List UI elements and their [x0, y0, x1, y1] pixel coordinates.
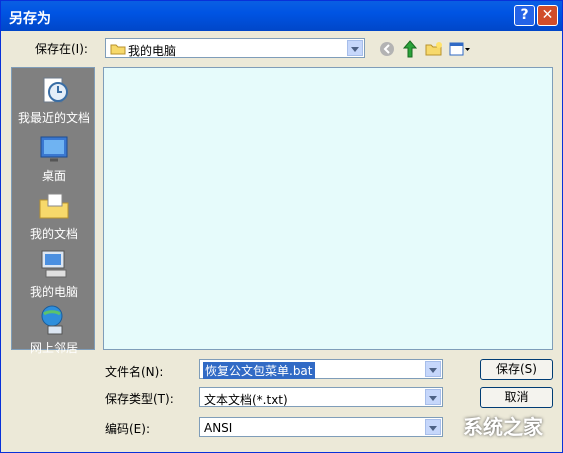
- place-label: 我的电脑: [29, 285, 78, 299]
- folder-icon: [110, 44, 126, 55]
- save-in-dropdown-button[interactable]: [347, 40, 363, 56]
- filetype-field[interactable]: 文本文档(*.txt): [199, 387, 443, 407]
- title-bar[interactable]: 另存为 ? ✕: [1, 1, 562, 31]
- place-desktop[interactable]: 桌面: [12, 132, 96, 184]
- dialog-title: 另存为: [9, 11, 51, 27]
- encoding-label: 编码(E):: [105, 422, 150, 436]
- save-in-value: 我的电脑: [128, 44, 177, 58]
- network-places-icon: [41, 305, 63, 335]
- place-my-documents[interactable]: 我的文档: [12, 190, 96, 242]
- back-icon[interactable]: [379, 41, 395, 57]
- up-one-level-icon[interactable]: [402, 40, 418, 58]
- new-folder-icon[interactable]: [425, 41, 443, 57]
- save-button[interactable]: 保存(S): [480, 359, 553, 380]
- save-in-combo[interactable]: 我的电脑: [105, 38, 365, 58]
- place-label: 我最近的文档: [17, 111, 90, 125]
- place-label: 桌面: [41, 169, 66, 183]
- place-label: 我的文档: [29, 227, 78, 241]
- place-my-computer[interactable]: 我的电脑: [12, 248, 96, 300]
- filename-field[interactable]: 恢复公文包菜单.bat: [199, 359, 443, 379]
- filename-label: 文件名(N):: [105, 365, 164, 379]
- close-button[interactable]: ✕: [537, 5, 558, 26]
- file-list[interactable]: [103, 67, 553, 350]
- views-menu-icon[interactable]: [449, 41, 471, 57]
- cancel-button[interactable]: 取消: [480, 387, 553, 408]
- watermark: 系统之家: [463, 415, 543, 439]
- help-button[interactable]: ?: [514, 5, 535, 26]
- recent-docs-icon: [43, 77, 68, 103]
- filetype-dropdown-button[interactable]: [425, 389, 441, 405]
- filename-dropdown-button[interactable]: [425, 361, 441, 377]
- encoding-value: ANSI: [204, 421, 233, 435]
- my-documents-icon: [39, 193, 69, 219]
- desktop-icon: [40, 136, 68, 162]
- place-recent-docs[interactable]: 我最近的文档: [12, 74, 96, 126]
- place-label: 网上邻居: [29, 341, 78, 355]
- save-in-label: 保存在(I):: [35, 42, 88, 56]
- place-network[interactable]: 网上邻居: [12, 304, 96, 356]
- places-bar: 我最近的文档 桌面 我的文档 我的电脑 网上邻居: [11, 67, 96, 355]
- encoding-dropdown-button[interactable]: [425, 419, 441, 435]
- filename-value: 恢复公文包菜单.bat: [203, 362, 315, 379]
- filetype-value: 文本文档(*.txt): [204, 393, 288, 407]
- encoding-field[interactable]: ANSI: [199, 417, 443, 437]
- filetype-label: 保存类型(T):: [105, 392, 174, 406]
- save-as-dialog: 另存为 ? ✕ 保存在(I): 我的电脑 我最近的文档 桌面 我的文档 我的电脑…: [0, 0, 563, 453]
- my-computer-icon: [41, 250, 67, 278]
